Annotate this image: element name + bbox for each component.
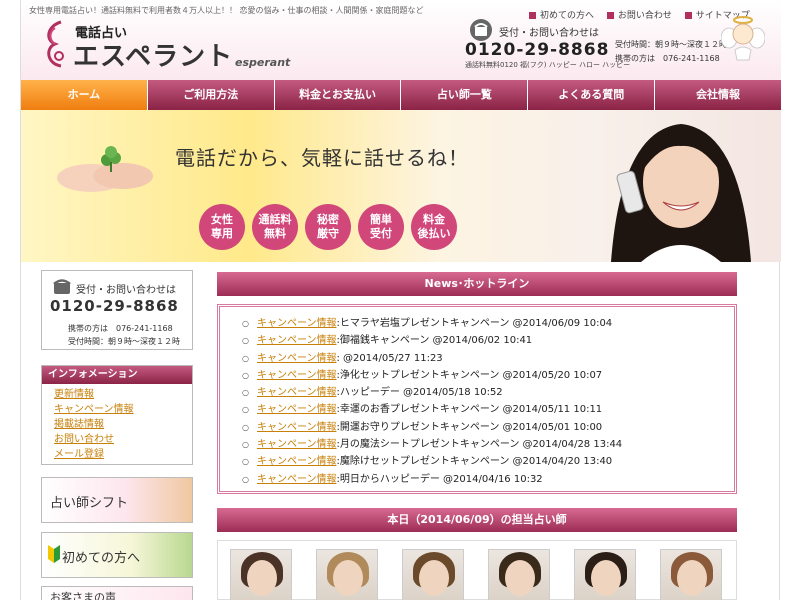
- news-text: :浄化セットプレゼントキャンペーン @2014/05/20 10:07: [336, 369, 603, 381]
- information-box: インフォメーション 更新情報 キャンペーン情報 掲載誌情報 お問い合わせ メール…: [41, 365, 193, 465]
- news-category-link[interactable]: キャンペーン情報: [257, 370, 337, 381]
- badge-free-call: 通話料 無料: [252, 204, 298, 250]
- sidebar-contact-label: 受付・お問い合わせは: [76, 285, 176, 296]
- contact-label: 受付・お問い合わせは: [499, 28, 599, 39]
- hours-text: 受付時間：朝９時～深夜１２時: [615, 40, 727, 49]
- banner-shift[interactable]: 占い師シフト: [41, 477, 193, 523]
- angel-mascot-icon: [721, 16, 765, 61]
- information-title: インフォメーション: [42, 366, 192, 384]
- news-item: キャンペーン情報:明日からハッピーデー @2014/04/16 10:32: [242, 471, 734, 488]
- news-item: キャンペーン情報:幸運のお香プレゼントキャンペーン @2014/05/11 10…: [242, 401, 734, 418]
- page: 女性専用電話占い！通話料無料で利用者数４万人以上！！ 恋愛の悩み・仕事の相談・人…: [20, 0, 781, 600]
- bullet-icon: [606, 12, 614, 19]
- logo-mark-icon: [47, 20, 64, 68]
- site-header: 女性専用電話占い！通話料無料で利用者数４万人以上！！ 恋愛の悩み・仕事の相談・人…: [21, 0, 781, 80]
- woman-on-phone-image: [611, 124, 751, 262]
- nav-usage[interactable]: ご利用方法: [147, 80, 275, 110]
- sidebar-contact-box: 受付・お問い合わせは 0120-29-8868 携帯の方は 076-241-11…: [41, 270, 193, 350]
- news-text: :魔除けセットプレゼントキャンペーン @2014/04/20 13:40: [336, 456, 613, 468]
- news-text: :ハッピーデー @2014/05/18 10:52: [336, 387, 503, 399]
- info-link-contact[interactable]: お問い合わせ: [54, 432, 192, 447]
- sidebar-mobile: 携帯の方は 076-241-1168: [68, 324, 173, 333]
- news-category-link[interactable]: キャンペーン情報: [257, 387, 337, 398]
- information-links: 更新情報 キャンペーン情報 掲載誌情報 お問い合わせ メール登録: [42, 384, 192, 462]
- phone-note: 通話料無料0120 福(フク) ハッピー ハロー ハッピー: [465, 61, 631, 69]
- news-category-link[interactable]: キャンペーン情報: [257, 404, 337, 415]
- news-text: :開運お守りプレゼントキャンペーン @2014/05/01 10:00: [336, 421, 603, 433]
- news-category-link[interactable]: キャンペーン情報: [257, 474, 337, 485]
- today-fortune-tellers-title: 本日（2014/06/09）の担当占い師: [217, 508, 737, 532]
- fortune-teller-photos: [217, 540, 737, 600]
- banner-first-time[interactable]: 初めての方へ: [41, 532, 193, 578]
- news-category-link[interactable]: キャンペーン情報: [257, 335, 337, 346]
- news-text: :ヒマラヤ岩塩プレゼントキャンペーン @2014/06/09 10:04: [336, 318, 613, 329]
- banner-first-time-label: 初めての方へ: [62, 551, 141, 566]
- sidebar-hours: 受付時間：朝９時～深夜１２時: [68, 337, 180, 346]
- nav-home[interactable]: ホーム: [21, 80, 148, 110]
- hero-title: 電話だから、気軽に話せるね！: [175, 146, 469, 170]
- nav-faq[interactable]: よくある質問: [528, 80, 656, 110]
- phone-icon: [470, 19, 492, 41]
- bullet-icon: [684, 12, 692, 19]
- news-text: :幸運のお香プレゼントキャンペーン @2014/05/11 10:11: [336, 404, 603, 416]
- news-text: :明日からハッピーデー @2014/04/16 10:32: [336, 473, 543, 485]
- header-phone-number[interactable]: 0120-29-8868: [465, 40, 609, 60]
- news-title: News･ホットライン: [217, 272, 737, 296]
- beginner-mark-icon: [48, 545, 60, 563]
- nav-company[interactable]: 会社情報: [655, 80, 781, 110]
- info-link-campaign[interactable]: キャンペーン情報: [54, 402, 192, 417]
- badge-confidential: 秘密 厳守: [305, 204, 351, 250]
- logo-title[interactable]: エスペラント: [73, 36, 233, 73]
- hero-banner: 電話だから、気軽に話せるね！ 女性 専用 通話料 無料 秘密 厳守 簡単 受付 料金 後払…: [21, 110, 781, 262]
- main-nav: ホーム ご利用方法 料金とお支払い 占い師一覧 よくある質問 会社情報: [21, 80, 781, 110]
- news-item: キャンペーン情報:浄化セットプレゼントキャンペーン @2014/05/20 10…: [242, 367, 734, 384]
- news-category-link[interactable]: キャンペーン情報: [257, 456, 337, 467]
- link-first-time[interactable]: 初めての方へ: [529, 11, 594, 21]
- link-contact[interactable]: お問い合わせ: [606, 11, 672, 21]
- fortune-teller-photo[interactable]: [488, 549, 550, 600]
- fortune-teller-photo[interactable]: [660, 549, 722, 600]
- badge-women-only: 女性 専用: [199, 204, 245, 250]
- news-text: : @2014/05/27 11:23: [336, 352, 443, 364]
- mobile-text: 携帯の方は 076-241-1168: [615, 54, 720, 63]
- hands-clover-image: [57, 146, 153, 192]
- logo-english: esperant: [235, 56, 291, 69]
- news-item: キャンペーン情報:ヒマラヤ岩塩プレゼントキャンペーン @2014/06/09 1…: [242, 315, 734, 332]
- fortune-teller-photo[interactable]: [316, 549, 378, 600]
- info-link-mail[interactable]: メール登録: [54, 447, 192, 462]
- bullet-icon: [529, 12, 536, 19]
- news-text: :月の魔法シートプレゼントキャンペーン @2014/04/28 13:44: [336, 439, 623, 451]
- news-item: キャンペーン情報:ハッピーデー @2014/05/18 10:52: [242, 384, 734, 401]
- news-category-link[interactable]: キャンペーン情報: [257, 353, 337, 364]
- feature-badges: 女性 専用 通話料 無料 秘密 厳守 簡単 受付 料金 後払い: [199, 204, 457, 250]
- news-category-link[interactable]: キャンペーン情報: [257, 318, 337, 329]
- news-item: キャンペーン情報:開運お守りプレゼントキャンペーン @2014/05/01 10…: [242, 419, 734, 436]
- news-item: キャンペーン情報:月の魔法シートプレゼントキャンペーン @2014/04/28 …: [242, 436, 734, 453]
- badge-postpay: 料金 後払い: [411, 204, 457, 250]
- news-item: キャンペーン情報:御福銭キャンペーン @2014/06/02 10:41: [242, 332, 734, 349]
- news-item: キャンペーン情報: @2014/05/27 11:23: [242, 350, 734, 367]
- news-category-link[interactable]: キャンペーン情報: [257, 422, 337, 433]
- badge-easy-reception: 簡単 受付: [358, 204, 404, 250]
- nav-fortune-tellers[interactable]: 占い師一覧: [401, 80, 529, 110]
- fortune-teller-photo[interactable]: [402, 549, 464, 600]
- banner-voices-label: お客さまの声: [50, 591, 116, 600]
- news-category-link[interactable]: キャンペーン情報: [257, 439, 337, 450]
- banner-voices[interactable]: お客さまの声: [41, 586, 193, 600]
- fortune-teller-photo[interactable]: [230, 549, 292, 600]
- phone-icon: [53, 279, 71, 294]
- news-box: キャンペーン情報:ヒマラヤ岩塩プレゼントキャンペーン @2014/06/09 1…: [217, 304, 737, 494]
- info-link-updates[interactable]: 更新情報: [54, 387, 192, 402]
- news-item: キャンペーン情報:魔除けセットプレゼントキャンペーン @2014/04/20 1…: [242, 453, 734, 470]
- info-link-magazines[interactable]: 掲載誌情報: [54, 417, 192, 432]
- header-hours: 受付時間：朝９時～深夜１２時 携帯の方は 076-241-1168: [615, 38, 727, 66]
- nav-pricing[interactable]: 料金とお支払い: [274, 80, 402, 110]
- fortune-teller-photo[interactable]: [574, 549, 636, 600]
- sidebar-phone-number[interactable]: 0120-29-8868: [50, 297, 179, 315]
- banner-shift-label: 占い師シフト: [50, 496, 129, 511]
- tagline: 女性専用電話占い！通話料無料で利用者数４万人以上！！ 恋愛の悩み・仕事の相談・人…: [29, 6, 424, 15]
- news-text: :御福銭キャンペーン @2014/06/02 10:41: [336, 335, 533, 347]
- news-list: キャンペーン情報:ヒマラヤ岩塩プレゼントキャンペーン @2014/06/09 1…: [242, 315, 734, 488]
